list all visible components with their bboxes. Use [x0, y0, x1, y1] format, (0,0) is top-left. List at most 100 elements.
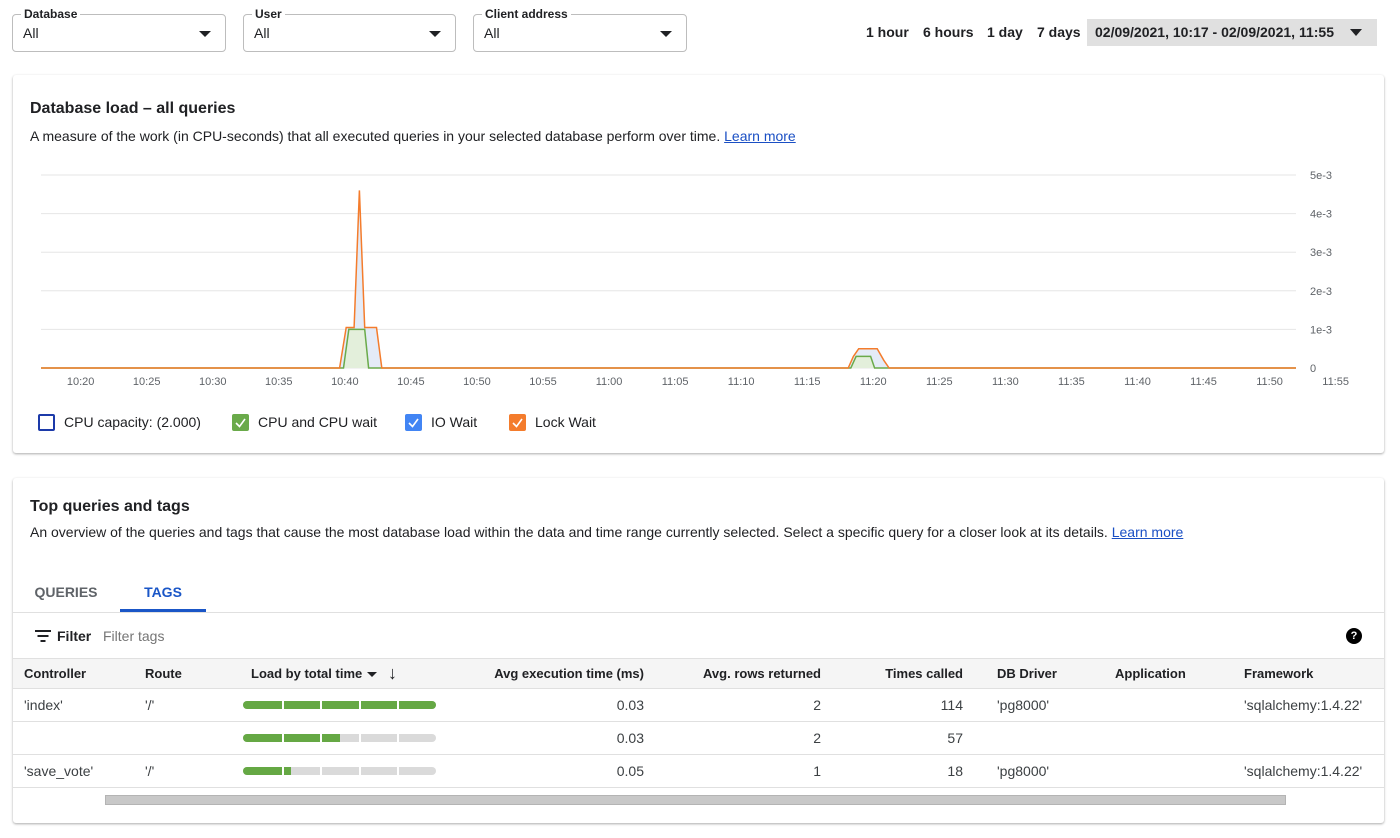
dropdown-caret-icon: [660, 31, 672, 37]
cell-framework: 'sqlalchemy:1.4.22': [1244, 697, 1363, 713]
x-tick-label: 11:30: [992, 376, 1019, 388]
cell-avg-rows-returned: 2: [813, 730, 821, 746]
column-header-controller[interactable]: Controller: [24, 666, 86, 681]
client-address-select-label: Client address: [482, 6, 571, 22]
learn-more-link[interactable]: Learn more: [724, 128, 796, 144]
database-select-value: All: [23, 25, 39, 41]
filter-row: Filter: [13, 613, 1384, 658]
database-load-card: Database load – all queries A measure of…: [13, 75, 1384, 453]
cell-times-called: 18: [947, 763, 963, 779]
filter-bar: Database All User All Client address All…: [0, 0, 1400, 60]
range-1-hour-button[interactable]: 1 hour: [866, 24, 909, 40]
chart-x-ticks: 10:20 10:25 10:30 10:35 10:40 10:45 10:50 10:55…: [67, 376, 1349, 388]
chart-lines: [41, 190, 1296, 369]
legend-label: Lock Wait: [535, 414, 596, 430]
date-range-picker[interactable]: 02/09/2021, 10:17 - 02/09/2021, 11:55: [1087, 19, 1377, 46]
tab-queries[interactable]: QUERIES: [21, 576, 111, 612]
tab-tags[interactable]: TAGS: [120, 576, 206, 612]
checkmark-icon: [235, 418, 246, 428]
load-bar-separator: [397, 734, 400, 742]
load-bar-separator: [358, 701, 361, 709]
checkbox-checked-icon[interactable]: [405, 414, 422, 431]
dropdown-caret-icon: [429, 31, 441, 37]
cell-db-driver: 'pg8000': [997, 763, 1050, 779]
checkbox-unchecked-icon[interactable]: [38, 414, 55, 431]
column-header-route[interactable]: Route: [145, 666, 182, 681]
cpu-wait-line: [41, 328, 1296, 369]
cell-db-driver: 'pg8000': [997, 697, 1050, 713]
load-bar: [243, 701, 436, 709]
horizontal-scrollbar[interactable]: [105, 795, 1286, 805]
x-tick-label: 11:00: [596, 376, 623, 388]
load-bar-separator: [358, 767, 361, 775]
cell-controller: 'save_vote': [24, 763, 94, 779]
load-bar-separator: [320, 734, 323, 742]
table-row[interactable]: 'index' '/' 0.03 2 114 'pg8000' 'sqlalch…: [13, 689, 1384, 722]
load-bar-fill: [243, 767, 292, 775]
x-tick-label: 11:15: [794, 376, 821, 388]
column-header-load-label: Load by total time: [251, 666, 363, 681]
load-bar-separator: [397, 701, 400, 709]
range-7-days-button[interactable]: 7 days: [1037, 24, 1081, 40]
table-row[interactable]: 'save_vote' '/' 0.05 1 18 'pg8000' 'sqla…: [13, 755, 1384, 788]
cell-controller: 'index': [24, 697, 63, 713]
user-select[interactable]: User All: [243, 6, 456, 52]
filter-label[interactable]: Filter: [57, 628, 91, 644]
database-select-label: Database: [21, 6, 81, 22]
range-6-hours-button[interactable]: 6 hours: [923, 24, 974, 40]
table-row[interactable]: 0.03 2 57: [13, 722, 1384, 755]
x-tick-label: 11:25: [926, 376, 953, 388]
cell-framework: 'sqlalchemy:1.4.22': [1244, 763, 1363, 779]
column-header-load-by-total-time[interactable]: Load by total time: [251, 666, 378, 681]
cell-avg-rows-returned: 2: [813, 697, 821, 713]
cell-avg-execution-time: 0.03: [616, 697, 644, 713]
x-tick-label: 11:20: [860, 376, 887, 388]
filter-tags-input[interactable]: [101, 625, 501, 647]
load-bar-separator: [281, 701, 284, 709]
sort-descending-arrow-icon[interactable]: ↓: [388, 663, 397, 684]
database-select[interactable]: Database All: [12, 6, 226, 52]
y-tick-label: 2e-3: [1310, 286, 1332, 298]
load-bar: [243, 767, 436, 775]
column-header-avg-execution-time[interactable]: Avg execution time (ms): [494, 666, 644, 681]
cell-times-called: 57: [947, 730, 963, 746]
dropdown-caret-icon[interactable]: [367, 672, 378, 678]
load-bar-separator: [320, 701, 323, 709]
checkbox-checked-icon[interactable]: [509, 414, 526, 431]
database-load-title: Database load – all queries: [30, 100, 236, 117]
cell-avg-execution-time: 0.05: [616, 763, 644, 779]
range-1-day-button[interactable]: 1 day: [987, 24, 1023, 40]
learn-more-link[interactable]: Learn more: [1112, 524, 1184, 540]
client-address-select[interactable]: Client address All: [473, 6, 687, 52]
filter-icon[interactable]: [35, 630, 51, 642]
checkmark-icon: [408, 418, 419, 428]
checkmark-icon: [512, 418, 523, 428]
x-tick-label: 10:25: [133, 376, 161, 388]
x-tick-label: 11:05: [662, 376, 689, 388]
legend-label: CPU and CPU wait: [258, 414, 378, 430]
top-queries-card: Top queries and tags An overview of the …: [13, 478, 1384, 823]
x-tick-label: 11:40: [1124, 376, 1151, 388]
column-header-application[interactable]: Application: [1115, 666, 1186, 681]
table-header: Controller Route Load by total time ↓ Av…: [13, 658, 1384, 689]
database-load-chart: 01e-32e-33e-34e-35e-3 10:20 10:25 10:30 10:…: [41, 170, 1349, 388]
column-header-framework[interactable]: Framework: [1244, 666, 1313, 681]
y-tick-label: 5e-3: [1310, 170, 1332, 182]
load-bar-fill: [243, 701, 436, 709]
top-queries-description-text: An overview of the queries and tags that…: [30, 524, 1108, 540]
database-load-description-text: A measure of the work (in CPU-seconds) t…: [30, 128, 721, 144]
load-bar-separator: [358, 734, 361, 742]
checkbox-checked-icon[interactable]: [232, 414, 249, 431]
user-select-label: User: [252, 6, 285, 22]
x-tick-label: 10:50: [463, 376, 491, 388]
column-header-db-driver[interactable]: DB Driver: [997, 666, 1057, 681]
y-tick-label: 4e-3: [1310, 209, 1332, 221]
column-header-avg-rows-returned[interactable]: Avg. rows returned: [703, 666, 821, 681]
chart-gridlines: [41, 174, 1296, 369]
column-header-times-called[interactable]: Times called: [885, 666, 963, 681]
legend-label: IO Wait: [431, 414, 478, 430]
cell-times-called: 114: [940, 697, 963, 713]
date-range-text: 02/09/2021, 10:17 - 02/09/2021, 11:55: [1095, 24, 1334, 40]
dropdown-caret-icon: [199, 31, 211, 37]
help-icon[interactable]: ?: [1346, 628, 1362, 644]
